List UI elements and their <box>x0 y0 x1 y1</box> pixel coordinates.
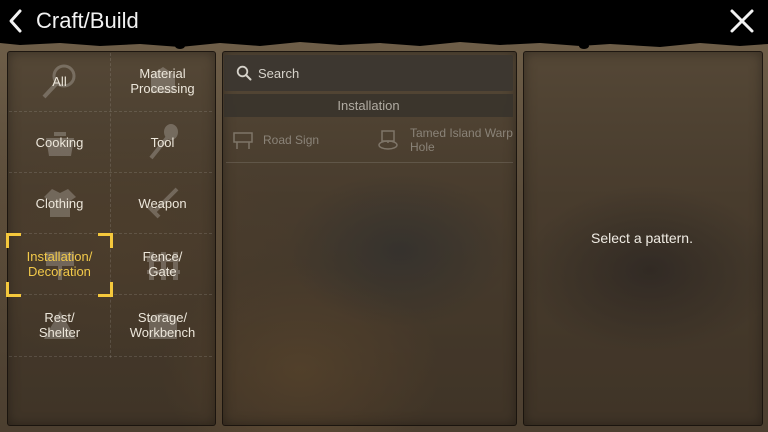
back-button[interactable] <box>4 6 28 36</box>
warp-hole-icon <box>378 130 398 150</box>
category-installation-decoration[interactable]: Installation/ Decoration <box>8 234 111 294</box>
category-row-divider <box>9 356 212 357</box>
selection-bracket <box>6 282 21 297</box>
category-label: All <box>52 73 67 89</box>
selection-bracket <box>98 233 113 248</box>
category-label: Clothing <box>35 195 84 211</box>
section-header-installation: Installation <box>224 94 513 117</box>
category-label: Fence/ Gate <box>142 249 183 279</box>
page-title: Craft/Build <box>36 8 139 33</box>
close-button[interactable] <box>728 7 756 35</box>
category-label: Material Processing <box>130 66 195 96</box>
recipe-item-label: Tamed Island Warp Hole <box>410 126 513 154</box>
search-input[interactable] <box>258 63 498 83</box>
category-label: Installation/ Decoration <box>26 249 93 279</box>
search-bar[interactable] <box>224 55 513 91</box>
close-icon <box>730 9 754 33</box>
selection-bracket <box>98 282 113 297</box>
recipe-item-label: Road Sign <box>263 133 320 147</box>
category-storage-workbench[interactable]: Storage/ Workbench <box>111 295 214 355</box>
category-tool[interactable]: Tool <box>111 112 214 172</box>
chevron-left-icon <box>9 9 22 33</box>
category-label: Storage/ Workbench <box>129 310 196 340</box>
category-fence-gate[interactable]: Fence/ Gate <box>111 234 214 294</box>
list-divider <box>226 162 513 163</box>
category-cooking[interactable]: Cooking <box>8 112 111 172</box>
top-bar: Craft/Build <box>0 0 768 42</box>
category-clothing[interactable]: Clothing <box>8 173 111 233</box>
detail-placeholder-text: Select a pattern. <box>591 230 693 246</box>
recipe-item-road-sign[interactable]: Road Sign <box>226 120 371 160</box>
road-sign-icon <box>233 132 253 149</box>
category-rest-shelter[interactable]: Rest/ Shelter <box>8 295 111 355</box>
category-label: Tool <box>150 134 175 150</box>
category-label: Weapon <box>138 195 187 211</box>
selection-bracket <box>6 233 21 248</box>
category-weapon[interactable]: Weapon <box>111 173 214 233</box>
category-label: Cooking <box>35 134 84 150</box>
category-material-processing[interactable]: Material Processing <box>111 51 214 111</box>
search-icon <box>236 65 252 81</box>
category-label: Rest/ Shelter <box>38 310 81 340</box>
craft-build-screen: Craft/Build All Material Processing Cook… <box>0 0 768 432</box>
recipe-item-tamed-island-warp-hole[interactable]: Tamed Island Warp Hole <box>373 120 513 160</box>
category-all[interactable]: All <box>8 51 111 111</box>
